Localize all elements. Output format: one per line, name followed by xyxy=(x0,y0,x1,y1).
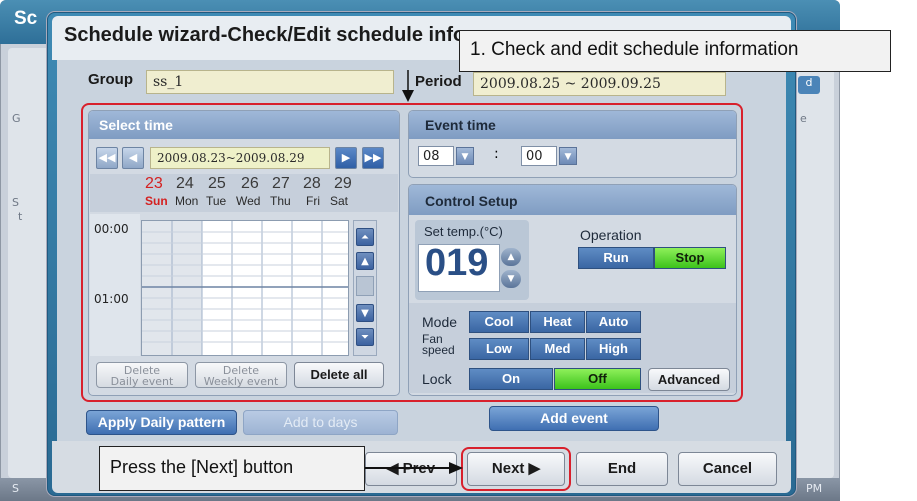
scroll-top-button[interactable]: ⏶ xyxy=(356,228,374,246)
fan-speed-label: Fan speed xyxy=(422,332,455,357)
day-name: Mon xyxy=(175,194,199,208)
delete-all-button[interactable]: Delete all xyxy=(294,362,384,388)
first-week-button[interactable]: ◀◀ xyxy=(96,147,118,169)
background-tab: d xyxy=(798,76,820,94)
add-to-days-button[interactable]: Add to days xyxy=(243,410,398,435)
date-range-field: 2009.08.23~2009.08.29 xyxy=(150,147,330,169)
day-name: Wed xyxy=(236,194,261,208)
scroll-up-button[interactable]: ▲ xyxy=(356,252,374,270)
day-number: 26 xyxy=(241,175,259,192)
lock-off-button[interactable]: Off xyxy=(554,368,641,390)
background-side-label: e xyxy=(800,112,807,125)
callout-press-next: Press the [Next] button xyxy=(99,446,365,491)
add-event-button[interactable]: Add event xyxy=(489,406,659,431)
background-side-label: S xyxy=(12,196,19,209)
background-side-label: G xyxy=(12,112,21,125)
hour-dropdown-arrow[interactable]: ▼ xyxy=(456,147,474,165)
callout-arrow-top xyxy=(402,70,414,102)
temp-down-button[interactable]: ▼ xyxy=(501,270,521,288)
time-label: 01:00 xyxy=(94,292,129,306)
time-grid-lines xyxy=(142,221,348,355)
day-name: Fri xyxy=(306,194,320,208)
mode-cool-button[interactable]: Cool xyxy=(469,311,529,333)
minute-select[interactable]: 00 xyxy=(521,146,557,166)
end-button[interactable]: End xyxy=(576,452,668,486)
next-button-highlight xyxy=(461,447,571,491)
operation-run-button[interactable]: Run xyxy=(578,247,654,269)
set-temp-value: 019 xyxy=(425,242,489,284)
dialog-title: Schedule wizard-Check/Edit schedule info xyxy=(64,24,466,46)
callout-check-edit: 1. Check and edit schedule information xyxy=(459,30,891,72)
day-number: 28 xyxy=(303,175,321,192)
day-name: Thu xyxy=(270,194,291,208)
mode-auto-button[interactable]: Auto xyxy=(586,311,641,333)
next-week-button[interactable]: ▶ xyxy=(335,147,357,169)
fan-med-button[interactable]: Med xyxy=(530,338,585,360)
select-time-header: Select time xyxy=(89,111,399,139)
day-name: Sun xyxy=(145,194,168,208)
time-separator: : xyxy=(494,146,499,162)
callout-arrow-bottom xyxy=(365,462,463,474)
day-number: 29 xyxy=(334,175,352,192)
set-temp-label: Set temp.(°C) xyxy=(424,224,503,239)
scroll-down-button[interactable]: ▼ xyxy=(356,304,374,322)
advanced-button[interactable]: Advanced xyxy=(648,368,730,391)
delete-daily-event-button[interactable]: Delete Daily event xyxy=(96,362,188,388)
day-name: Sat xyxy=(330,194,349,208)
period-label: Period xyxy=(415,73,462,90)
delete-weekly-event-button[interactable]: Delete Weekly event xyxy=(195,362,287,388)
minute-dropdown-arrow[interactable]: ▼ xyxy=(559,147,577,165)
operation-label: Operation xyxy=(580,227,642,243)
day-name: Tue xyxy=(206,194,227,208)
mode-label: Mode xyxy=(422,314,458,330)
background-title: Sc xyxy=(14,8,38,29)
mode-heat-button[interactable]: Heat xyxy=(530,311,585,333)
background-side-label: t xyxy=(18,210,23,223)
temp-up-button[interactable]: ▲ xyxy=(501,248,521,266)
last-week-button[interactable]: ▶▶ xyxy=(362,147,384,169)
day-number: 25 xyxy=(208,175,226,192)
hour-select[interactable]: 08 xyxy=(418,146,454,166)
fan-high-button[interactable]: High xyxy=(586,338,641,360)
cancel-button[interactable]: Cancel xyxy=(678,452,777,486)
time-label: 00:00 xyxy=(94,222,129,236)
control-setup-header: Control Setup xyxy=(409,185,736,215)
prev-week-button[interactable]: ◀ xyxy=(122,147,144,169)
lock-label: Lock xyxy=(422,371,452,387)
scroll-bottom-button[interactable]: ⏷ xyxy=(356,328,374,346)
operation-stop-button[interactable]: Stop xyxy=(654,247,726,269)
day-number: 27 xyxy=(272,175,290,192)
background-status-right: PM xyxy=(806,482,823,495)
group-label: Group xyxy=(88,71,133,88)
apply-daily-pattern-button[interactable]: Apply Daily pattern xyxy=(86,410,237,435)
period-field: 2009.08.25 ~ 2009.09.25 xyxy=(473,72,726,96)
day-number: 23 xyxy=(145,175,163,192)
group-field: ss_1 xyxy=(146,70,394,94)
day-number: 24 xyxy=(176,175,194,192)
scroll-thumb[interactable] xyxy=(356,276,374,296)
event-time-header: Event time xyxy=(409,111,736,139)
fan-low-button[interactable]: Low xyxy=(469,338,529,360)
lock-on-button[interactable]: On xyxy=(469,368,553,390)
time-grid[interactable] xyxy=(141,220,349,356)
background-status-left: S xyxy=(12,482,19,495)
